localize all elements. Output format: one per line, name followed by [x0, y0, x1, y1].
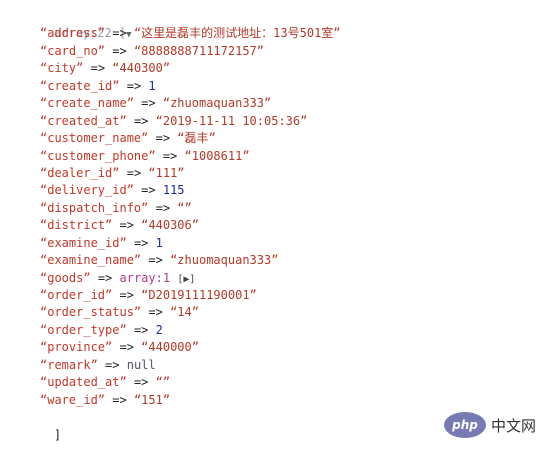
entry-arrow: => — [155, 200, 171, 215]
entry-arrow: => — [141, 183, 156, 198]
entry-key: “order_id” — [40, 288, 113, 302]
entry-value: “14” — [170, 305, 199, 320]
entry-value: “151” — [133, 392, 171, 407]
php-cn-watermark: php 中文网 — [444, 412, 536, 438]
entry-value: “8888888711172157” — [133, 43, 264, 58]
entry-value: “磊丰” — [177, 131, 216, 146]
dump-entry-row: “order_id” => “D2019111190001” — [25, 287, 341, 304]
entry-value: “2019-11-11 10:05:36” — [155, 113, 308, 128]
entry-arrow: => — [119, 218, 134, 233]
expand-toggle-icon[interactable]: [▶] — [177, 274, 195, 285]
entry-arrow: => — [155, 131, 171, 146]
entry-value: 1 — [148, 78, 156, 93]
entry-arrow: => — [133, 375, 149, 390]
dump-entry-row: “district” => “440306” — [25, 217, 341, 234]
dump-entry-row: “remark” => null — [25, 357, 341, 374]
dump-entry-row: “updated_at” => “” — [25, 374, 341, 391]
entry-arrow: => — [112, 392, 127, 407]
entry-arrow: => — [112, 43, 127, 58]
entry-arrow: => — [105, 357, 120, 372]
entry-arrow: => — [133, 235, 149, 250]
entry-value: 2 — [155, 322, 163, 337]
entry-key: “ware_id” — [40, 392, 106, 407]
entry-key: “customer_phone” — [40, 148, 156, 163]
close-bracket: ] — [53, 427, 62, 442]
dump-entry-row: “order_status” => “14” — [25, 304, 341, 321]
entry-key: “remark” — [40, 357, 98, 372]
entry-value: “” — [155, 375, 171, 390]
entry-key: “create_name” — [40, 96, 134, 111]
dump-entry-row: “delivery_id” => 115 — [25, 182, 341, 199]
entry-arrow: => — [112, 26, 127, 41]
entry-key: “order_type” — [40, 322, 127, 337]
entry-key: “dispatch_info” — [40, 200, 149, 215]
entry-value: 1 — [155, 235, 163, 250]
entry-key: “create_id” — [40, 78, 120, 93]
entry-value: “440306” — [141, 218, 199, 233]
dump-entry-row: “province” => “440000” — [25, 339, 341, 356]
entry-value: array:1 — [119, 270, 171, 285]
entry-arrow: => — [119, 340, 134, 355]
entry-key: “delivery_id” — [40, 183, 134, 198]
entry-arrow: => — [162, 148, 178, 163]
entry-value: “440000” — [141, 340, 199, 355]
entry-arrow: => — [141, 96, 156, 111]
entry-arrow: => — [126, 78, 142, 93]
entry-arrow: => — [148, 253, 163, 268]
var-dump-panel: array:22 [▼ “address” => “这里是磊丰的测试地址：13号… — [25, 8, 341, 442]
entry-key: “customer_name” — [40, 131, 149, 146]
entry-value: “这里是磊丰的测试地址：13号501室” — [133, 26, 341, 41]
entry-arrow: => — [148, 305, 163, 320]
dump-entry-row: “dispatch_info” => “” — [25, 200, 341, 217]
dump-entry-row: “card_no” => “8888888711172157” — [25, 43, 341, 60]
entry-value: “zhuomaquan333” — [162, 96, 272, 111]
dump-entry-row: “dealer_id” => “111” — [25, 165, 341, 182]
dump-entry-row: “ware_id” => “151” — [25, 392, 341, 409]
php-logo: php — [444, 412, 486, 438]
entry-key: “district” — [40, 218, 113, 233]
dump-entry-row: “customer_name” => “磊丰” — [25, 130, 341, 147]
entry-key: “province” — [40, 340, 113, 355]
dump-entry-row: “create_id” => 1 — [25, 78, 341, 95]
dump-entry-row: “address” => “这里是磊丰的测试地址：13号501室” — [25, 25, 341, 42]
dump-header: array:22 [▼ — [25, 8, 341, 40]
entry-list: “address” => “这里是磊丰的测试地址：13号501室” “card_n… — [25, 25, 341, 409]
entry-key: “examine_name” — [40, 253, 142, 268]
entry-key: “card_no” — [40, 43, 106, 58]
entry-value: “1008611” — [184, 148, 250, 163]
dump-entry-row: “city” => “440300” — [25, 60, 341, 77]
dump-entry-row: “customer_phone” => “1008611” — [25, 148, 341, 165]
entry-arrow: => — [133, 113, 149, 128]
entry-key: “goods” — [40, 270, 91, 285]
dump-entry-row: “goods” => array:1 [▶] — [25, 270, 341, 287]
entry-value: “” — [177, 200, 192, 215]
entry-key: “created_at” — [40, 113, 127, 128]
entry-value: null — [126, 357, 156, 372]
entry-arrow: => — [133, 322, 149, 337]
site-name-text: 中文网 — [491, 416, 537, 435]
dump-entry-row: “create_name” => “zhuomaquan333” — [25, 95, 341, 112]
entry-value: 115 — [162, 183, 185, 198]
entry-value: “zhuomaquan333” — [170, 253, 279, 268]
entry-value: “D2019111190001” — [141, 288, 257, 302]
entry-arrow: => — [119, 288, 134, 302]
dump-entry-row: “created_at” => “2019-11-11 10:05:36” — [25, 113, 341, 130]
entry-key: “examine_id” — [40, 235, 127, 250]
entry-arrow: => — [90, 61, 106, 76]
dump-footer: ] — [25, 409, 341, 442]
entry-value: “111” — [148, 165, 185, 180]
dump-entry-row: “examine_id” => 1 — [25, 235, 341, 252]
entry-key: “address” — [40, 26, 106, 41]
entry-key: “updated_at” — [40, 375, 127, 390]
entry-arrow: => — [126, 165, 142, 180]
entry-key: “dealer_id” — [40, 165, 120, 180]
entry-key: “city” — [40, 61, 84, 76]
entry-value: “440300” — [112, 61, 171, 76]
dump-entry-row: “order_type” => 2 — [25, 322, 341, 339]
entry-key: “order_status” — [40, 305, 142, 320]
dump-entry-row: “examine_name” => “zhuomaquan333” — [25, 252, 341, 269]
entry-arrow: => — [97, 270, 113, 285]
